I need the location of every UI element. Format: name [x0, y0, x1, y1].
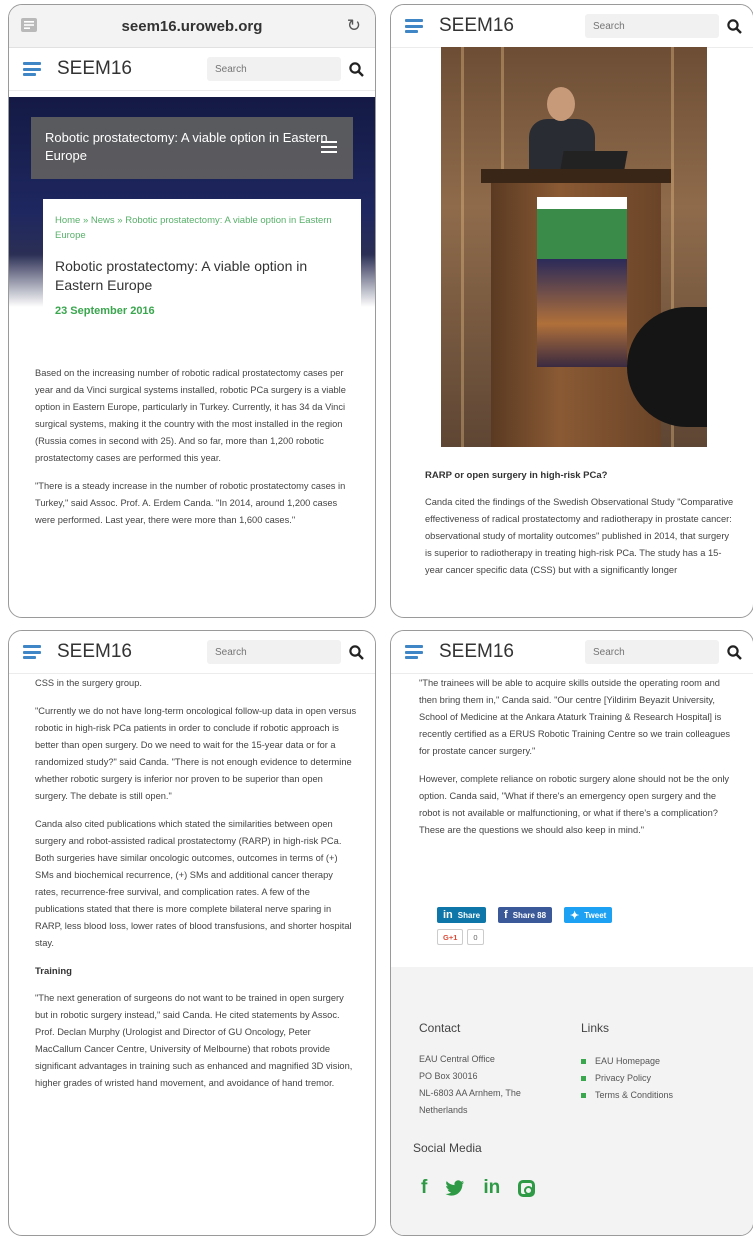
app-header: SEEM16	[391, 5, 753, 48]
footer-links: EAU Homepage Privacy Policy Terms & Cond…	[581, 1053, 673, 1104]
linkedin-icon[interactable]: in	[483, 1177, 500, 1199]
hero-title-overlay: Robotic prostatectomy: A viable option i…	[31, 117, 353, 179]
article-body: RARP or open surgery in high-risk PCa? C…	[425, 461, 735, 590]
search-input[interactable]	[585, 640, 719, 664]
address-line: NL-6803 AA Arnhem, The	[419, 1088, 521, 1098]
facebook-icon[interactable]: f	[421, 1177, 427, 1199]
linkedin-icon: in	[443, 909, 453, 921]
search-icon[interactable]	[725, 18, 743, 34]
paragraph: Canda also cited publications which stat…	[35, 819, 352, 948]
paragraph: Canda cited the findings of the Swedish …	[425, 497, 734, 575]
hero-menu-icon[interactable]	[321, 141, 337, 153]
site-footer: Contact EAU Central Office PO Box 30016 …	[391, 967, 753, 1235]
article-body: CSS in the surgery group. "Currently we …	[35, 675, 357, 1103]
gplus-button[interactable]: G+1	[437, 929, 464, 945]
address-line: Netherlands	[419, 1105, 468, 1115]
screen-article-middle: SEEM16 CSS in the surgery group. "Curren…	[8, 630, 376, 1236]
share-buttons: in Share f Share 88 ✦ Tweet	[437, 907, 613, 923]
instagram-icon[interactable]	[518, 1179, 536, 1197]
tweet-label: Tweet	[584, 910, 607, 920]
address-line: PO Box 30016	[419, 1071, 478, 1081]
hero-title: Robotic prostatectomy: A viable option i…	[45, 130, 328, 163]
menu-icon[interactable]	[405, 645, 423, 659]
screen-article-top: seem16.uroweb.org ↻ SEEM16 Robotic prost…	[8, 4, 376, 618]
gplus-count: 0	[467, 929, 484, 945]
screen-article-end: SEEM16 "The trainees will be able to acq…	[390, 630, 753, 1236]
menu-icon[interactable]	[23, 62, 41, 76]
app-header: SEEM16	[391, 631, 753, 674]
article-body: Based on the increasing number of roboti…	[35, 365, 357, 540]
search-icon[interactable]	[347, 61, 365, 77]
search-input[interactable]	[585, 14, 719, 38]
linkedin-share-label: Share	[457, 910, 481, 920]
twitter-icon[interactable]	[445, 1179, 465, 1197]
bookmarks-icon[interactable]	[21, 18, 37, 32]
site-brand[interactable]: SEEM16	[57, 58, 132, 80]
site-brand[interactable]: SEEM16	[439, 15, 514, 37]
article-date: 23 September 2016	[55, 305, 155, 317]
paragraph: CSS in the surgery group.	[35, 678, 142, 688]
article-title: Robotic prostatectomy: A viable option i…	[55, 258, 308, 293]
contact-heading: Contact	[419, 1021, 461, 1035]
twitter-icon: ✦	[570, 909, 580, 922]
paragraph: Based on the increasing number of roboti…	[35, 368, 346, 463]
gplus-share: G+1 0	[437, 929, 484, 945]
menu-icon[interactable]	[23, 645, 41, 659]
article-header-card: Home » News » Robotic prostatectomy: A v…	[43, 199, 361, 331]
search-icon[interactable]	[725, 644, 743, 660]
speaker-photo	[441, 47, 707, 447]
paragraph: "The trainees will be able to acquire sk…	[419, 678, 731, 756]
paragraph: "Currently we do not have long-term onco…	[35, 706, 357, 801]
paragraph: However, complete reliance on robotic su…	[419, 774, 730, 835]
site-brand[interactable]: SEEM16	[57, 641, 132, 663]
paragraph: "The next generation of surgeons do not …	[35, 993, 353, 1088]
article-body: "The trainees will be able to acquire sk…	[419, 675, 735, 850]
section-heading: RARP or open surgery in high-risk PCa?	[425, 470, 608, 481]
footer-link-terms[interactable]: Terms & Conditions	[581, 1087, 673, 1104]
social-heading: Social Media	[413, 1141, 482, 1155]
url-text: seem16.uroweb.org	[121, 17, 263, 35]
search-input[interactable]	[207, 640, 341, 664]
facebook-icon: f	[504, 909, 508, 921]
browser-url-bar[interactable]: seem16.uroweb.org ↻	[9, 5, 375, 48]
search-icon[interactable]	[347, 644, 365, 660]
social-links: f in	[421, 1177, 536, 1199]
app-header: SEEM16	[9, 631, 375, 674]
footer-link-eau-homepage[interactable]: EAU Homepage	[581, 1053, 673, 1070]
site-brand[interactable]: SEEM16	[439, 641, 514, 663]
reload-icon[interactable]: ↻	[347, 16, 361, 36]
links-heading: Links	[581, 1021, 610, 1035]
address-line: EAU Central Office	[419, 1054, 495, 1064]
screen-article-photo: SEEM16 RARP or open surgery in high-risk…	[390, 4, 753, 618]
app-header: SEEM16	[9, 48, 375, 91]
paragraph: "There is a steady increase in the numbe…	[35, 481, 346, 525]
contact-address: EAU Central Office PO Box 30016 NL-6803 …	[419, 1051, 521, 1119]
twitter-share-button[interactable]: ✦ Tweet	[564, 907, 613, 923]
podium-poster	[537, 197, 627, 367]
section-heading: Training	[35, 966, 72, 977]
footer-link-privacy-policy[interactable]: Privacy Policy	[581, 1070, 673, 1087]
linkedin-share-button[interactable]: in Share	[437, 907, 487, 923]
facebook-share-button[interactable]: f Share 88	[498, 907, 553, 923]
search-input[interactable]	[207, 57, 341, 81]
facebook-share-label: Share 88	[512, 910, 547, 920]
menu-icon[interactable]	[405, 19, 423, 33]
breadcrumb[interactable]: Home » News » Robotic prostatectomy: A v…	[55, 213, 349, 243]
